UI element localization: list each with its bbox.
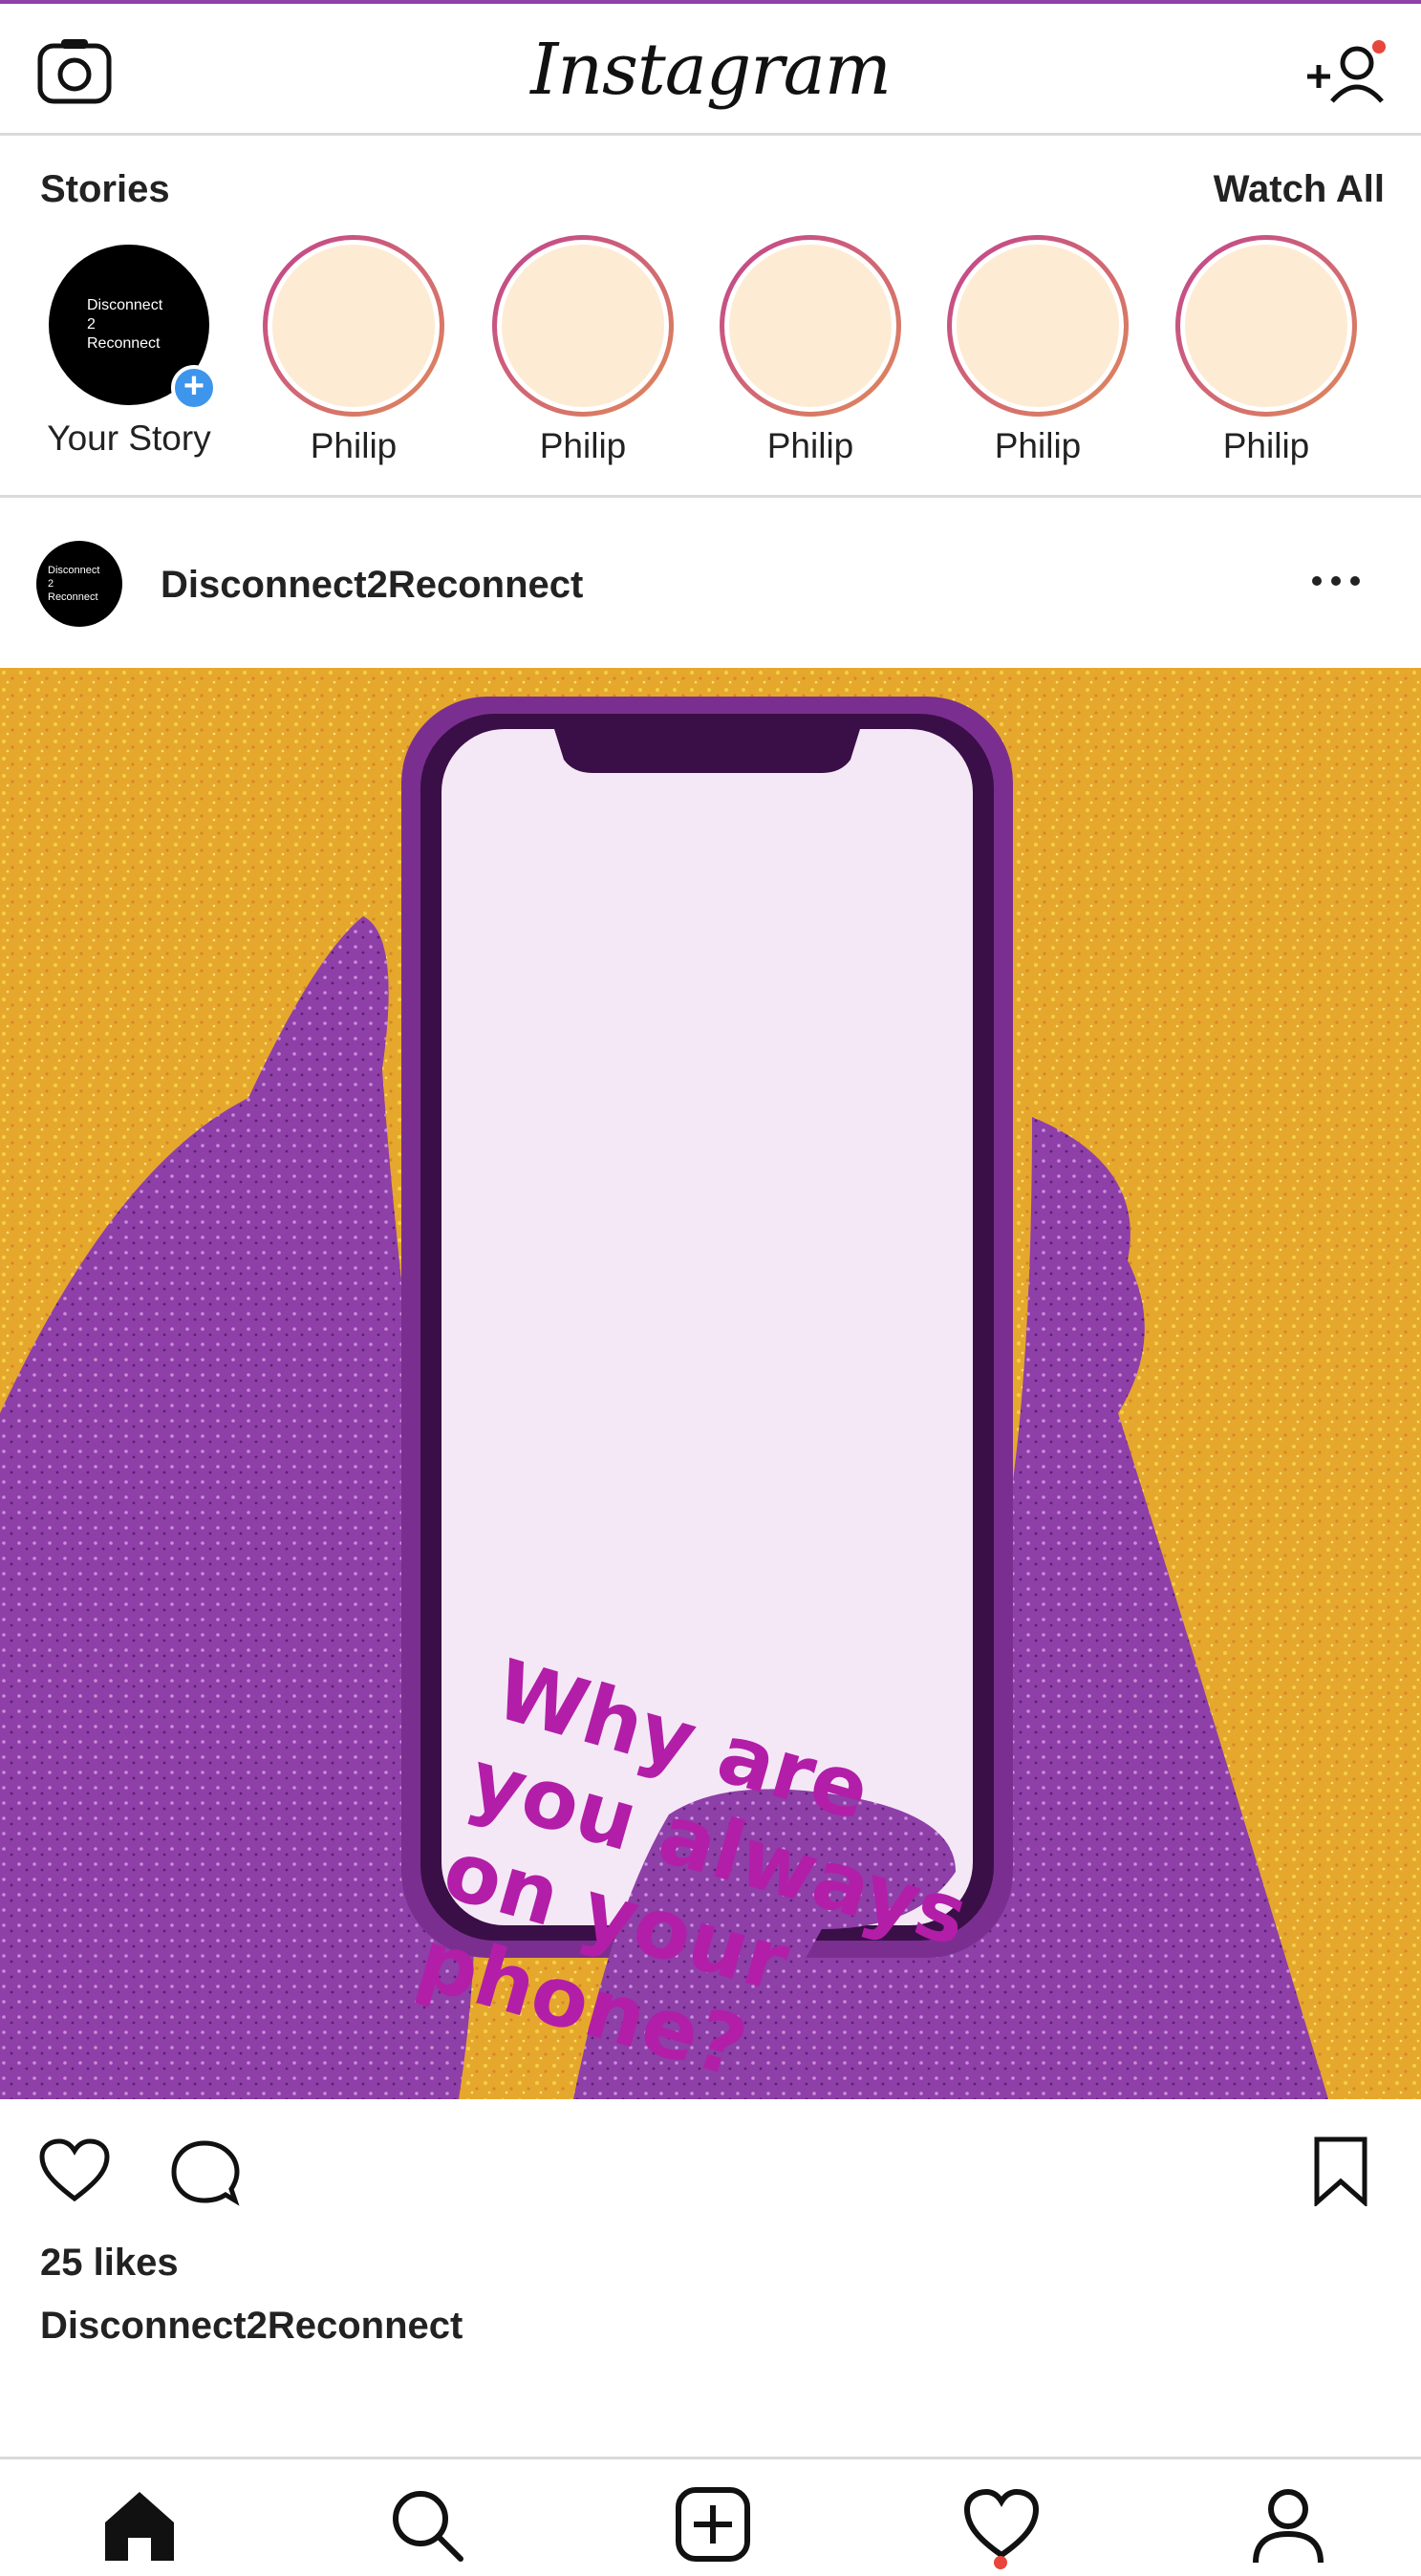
caption-username[interactable]: Disconnect2Reconnect <box>40 2305 463 2348</box>
avatar-text-line: Disconnect <box>87 297 163 313</box>
avatar-text-line: Reconnect <box>48 591 98 603</box>
story-ring <box>720 235 901 417</box>
story-item[interactable]: Philip <box>258 235 449 466</box>
new-post-icon[interactable] <box>673 2484 753 2565</box>
your-story[interactable]: Disconnect 2 Reconnect + Your Story <box>29 235 229 459</box>
more-options-icon[interactable] <box>1307 562 1365 600</box>
divider <box>0 495 1421 498</box>
add-story-icon[interactable]: + <box>171 365 217 411</box>
story-avatar <box>957 245 1119 407</box>
story-name: Philip <box>539 426 627 465</box>
your-story-avatar: Disconnect 2 Reconnect + <box>49 245 217 411</box>
post-username[interactable]: Disconnect2Reconnect <box>161 564 583 607</box>
search-icon[interactable] <box>386 2484 466 2565</box>
notification-dot <box>1372 40 1386 54</box>
app-title: Instagram <box>530 29 892 111</box>
comment-icon[interactable] <box>168 2137 241 2206</box>
likes-count[interactable]: 25 likes <box>40 2242 179 2285</box>
story-ring <box>492 235 674 417</box>
story-name: Philip <box>1222 426 1310 465</box>
story-avatar <box>502 245 664 407</box>
story-ring <box>1175 235 1357 417</box>
story-name: Philip <box>310 426 398 465</box>
stories-title: Stories <box>40 168 170 210</box>
bookmark-icon[interactable] <box>1313 2136 1368 2206</box>
watch-all-link[interactable]: Watch All <box>1214 168 1385 211</box>
post-image[interactable]: Why are you always on your phone? <box>0 668 1421 2099</box>
profile-icon[interactable] <box>1248 2484 1328 2565</box>
avatar-text-line: Disconnect <box>48 565 100 576</box>
story-avatar <box>272 245 435 407</box>
story-name: Philip <box>994 426 1082 465</box>
post-avatar[interactable]: Disconnect 2 Reconnect <box>36 541 122 627</box>
your-story-label: Your Story <box>47 419 211 458</box>
like-heart-icon[interactable] <box>38 2137 111 2204</box>
avatar-text-line: Reconnect <box>87 335 161 352</box>
story-ring <box>947 235 1129 417</box>
avatar-text-line: 2 <box>48 578 54 590</box>
story-item[interactable]: Philip <box>487 235 678 466</box>
story-item[interactable]: Philip <box>1171 235 1362 466</box>
activity-heart-icon[interactable] <box>961 2484 1042 2565</box>
story-name: Philip <box>766 426 854 465</box>
avatar-text-line: 2 <box>87 316 96 333</box>
story-avatar <box>1185 245 1347 407</box>
story-avatar <box>729 245 892 407</box>
post-actions <box>0 2099 1421 2214</box>
bottom-tab-bar <box>0 2457 1421 2576</box>
app-header: Instagram <box>0 4 1421 136</box>
story-ring <box>263 235 444 417</box>
activity-notification-dot <box>994 2556 1007 2569</box>
story-item[interactable]: Philip <box>942 235 1133 466</box>
story-item[interactable]: Philip <box>715 235 906 466</box>
home-icon[interactable] <box>99 2484 180 2565</box>
